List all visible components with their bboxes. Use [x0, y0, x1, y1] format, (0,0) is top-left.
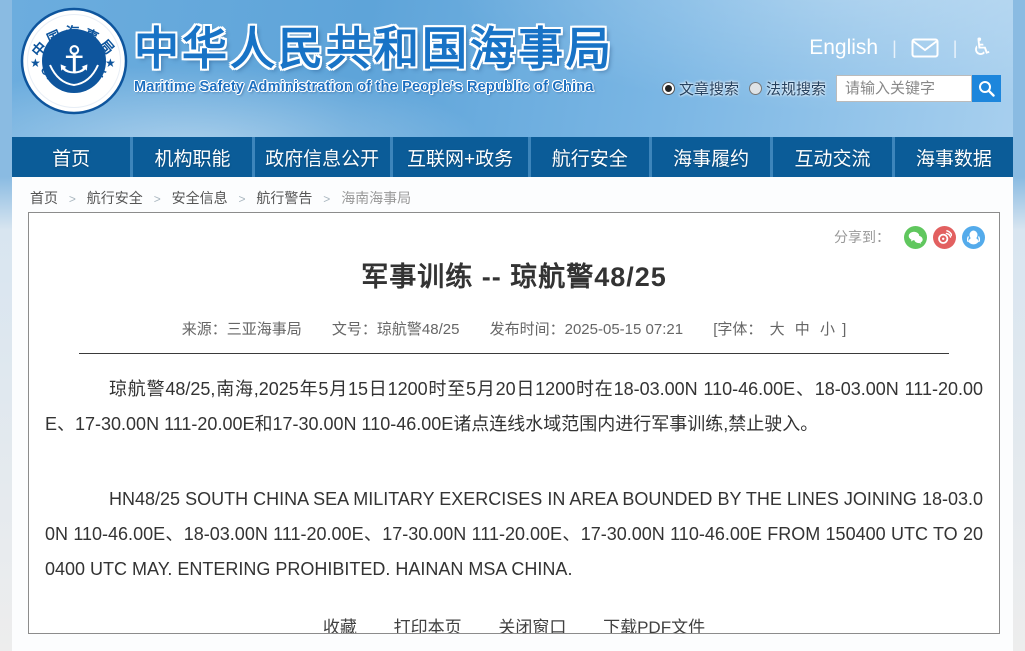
- nav-item-internet-gov[interactable]: 互联网+政务: [390, 137, 528, 177]
- font-size-label-close: ]: [842, 321, 846, 338]
- site-title-cn: 中华人民共和国海事局: [134, 22, 614, 76]
- breadcrumb-separator: >: [69, 192, 76, 206]
- page-container: 中国海事局 CHINA MSA ★ ★ ⚓ 中华人民共和国海事局 Maritim…: [12, 0, 1013, 651]
- breadcrumb-separator: >: [154, 192, 161, 206]
- nav-item-maritime-compliance[interactable]: 海事履约: [649, 137, 770, 177]
- accessibility-icon[interactable]: ♿: [971, 36, 993, 60]
- font-size-control: [字体： 大 中 小 ]: [713, 321, 846, 338]
- english-link[interactable]: English: [809, 36, 878, 60]
- radio-law-label[interactable]: 法规搜索: [766, 78, 826, 99]
- mail-icon[interactable]: [911, 38, 939, 58]
- radio-law-dot[interactable]: [749, 82, 762, 95]
- wechat-share-icon[interactable]: [904, 226, 927, 249]
- close-window-button[interactable]: 关闭窗口: [498, 618, 566, 634]
- logo-star-right: ★: [105, 56, 116, 70]
- site-search: 文章搜索 法规搜索: [662, 74, 1001, 102]
- main-area: 首页 > 航行安全 > 安全信息 > 航行警告 > 海南海事局 分享到：: [12, 177, 1013, 651]
- logo-star-left: ★: [30, 56, 41, 70]
- meta-doc-number: 文号：琼航警48/25: [332, 321, 460, 338]
- meta-source: 来源：三亚海事局: [182, 321, 302, 338]
- site-title-en: Maritime Safety Administration of the Pe…: [134, 79, 614, 95]
- nav-item-interaction[interactable]: 互动交流: [770, 137, 891, 177]
- article-title: 军事训练 -- 琼航警48/25: [29, 255, 999, 294]
- main-nav: 首页 机构职能 政府信息公开 互联网+政务 航行安全 海事履约 互动交流 海事数…: [12, 137, 1013, 177]
- radio-article-dot[interactable]: [662, 82, 675, 95]
- search-input[interactable]: [836, 75, 972, 102]
- article-actions: 收藏 打印本页 关闭窗口 下载PDF文件: [29, 613, 999, 634]
- anchor-icon: ⚓: [57, 40, 91, 82]
- breadcrumb-home[interactable]: 首页: [30, 190, 58, 206]
- nav-item-maritime-data[interactable]: 海事数据: [892, 137, 1013, 177]
- weibo-share-icon[interactable]: [933, 226, 956, 249]
- article-meta: 来源：三亚海事局 文号：琼航警48/25 发布时间：2025-05-15 07:…: [29, 318, 999, 339]
- msa-logo-icon: 中国海事局 CHINA MSA ★ ★ ⚓: [20, 7, 128, 115]
- breadcrumb-separator: >: [238, 192, 245, 206]
- breadcrumb-hainan-msa: 海南海事局: [341, 190, 411, 206]
- radio-article-label[interactable]: 文章搜索: [679, 78, 739, 99]
- site-banner: 中国海事局 CHINA MSA ★ ★ ⚓ 中华人民共和国海事局 Maritim…: [12, 0, 1013, 137]
- nav-item-navigation-safety[interactable]: 航行安全: [528, 137, 649, 177]
- font-size-label-open: [字体：: [713, 321, 762, 338]
- nav-item-functions[interactable]: 机构职能: [130, 137, 251, 177]
- meta-publish-time: 发布时间：2025-05-15 07:21: [490, 321, 683, 338]
- download-pdf-button[interactable]: 下载PDF文件: [603, 618, 705, 634]
- title-divider: [79, 353, 949, 354]
- separator: |: [953, 38, 958, 59]
- nav-item-home[interactable]: 首页: [12, 137, 130, 177]
- font-size-medium-button[interactable]: 中: [795, 321, 810, 338]
- article-box: 分享到：: [28, 212, 1000, 634]
- share-row: 分享到：: [29, 225, 999, 249]
- font-size-small-button[interactable]: 小: [820, 321, 835, 338]
- search-icon: [978, 80, 995, 97]
- breadcrumb-safety-info[interactable]: 安全信息: [172, 190, 228, 206]
- site-titles: 中华人民共和国海事局 Maritime Safety Administratio…: [134, 22, 614, 95]
- search-button[interactable]: [972, 75, 1001, 102]
- qq-share-icon[interactable]: [962, 226, 985, 249]
- print-page-button[interactable]: 打印本页: [394, 618, 462, 634]
- share-label: 分享到：: [834, 227, 890, 247]
- favorite-button[interactable]: 收藏: [323, 618, 357, 634]
- header-utility-links: English | | ♿: [809, 36, 993, 60]
- breadcrumb-separator: >: [323, 192, 330, 206]
- warning-paragraph-cn: 琼航警48/25,南海,2025年5月15日1200时至5月20日1200时在1…: [45, 372, 983, 442]
- radio-law-search[interactable]: 法规搜索: [749, 78, 826, 99]
- warning-paragraph-en: HN48/25 SOUTH CHINA SEA MILITARY EXERCIS…: [45, 482, 983, 587]
- font-size-large-button[interactable]: 大: [770, 321, 785, 338]
- radio-article-search[interactable]: 文章搜索: [662, 78, 739, 99]
- article-body: 琼航警48/25,南海,2025年5月15日1200时至5月20日1200时在1…: [45, 372, 983, 587]
- breadcrumb-navigation-safety[interactable]: 航行安全: [87, 190, 143, 206]
- msa-logo[interactable]: 中国海事局 CHINA MSA ★ ★ ⚓: [20, 7, 128, 115]
- breadcrumb: 首页 > 航行安全 > 安全信息 > 航行警告 > 海南海事局: [12, 177, 1013, 212]
- separator: |: [892, 38, 897, 59]
- nav-item-gov-info[interactable]: 政府信息公开: [252, 137, 390, 177]
- breadcrumb-nav-warning[interactable]: 航行警告: [256, 190, 312, 206]
